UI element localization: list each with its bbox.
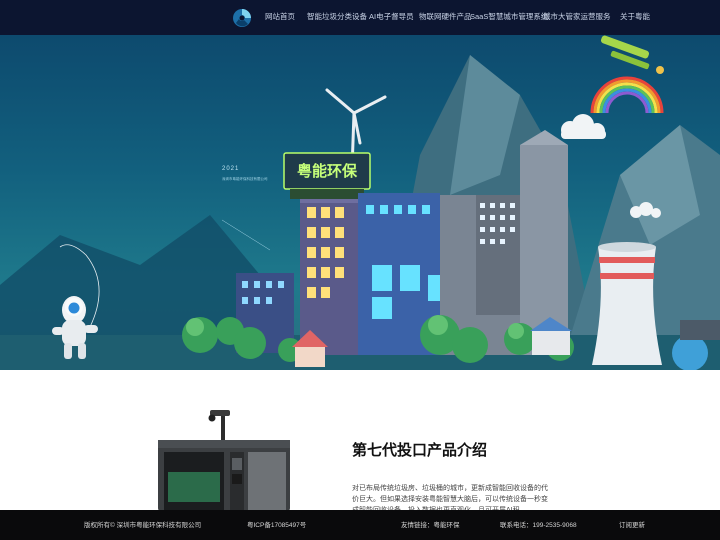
footer-phone: 联系电话：199-2535-9068 <box>500 522 577 529</box>
footer-copyright: 版权所有© 深圳市粤能环保科技有限公司 <box>84 522 202 529</box>
cooling-tower-graphic <box>592 242 662 365</box>
footer-bar: 版权所有© 深圳市粤能环保科技有限公司 粤ICP备17085497号 友情链接：… <box>0 510 720 540</box>
nav-home[interactable]: 网站首页 <box>265 12 295 22</box>
footer-icp-link[interactable]: 粤ICP备17085497号 <box>247 519 306 529</box>
rainbow-graphic <box>590 76 664 114</box>
top-navigation-bar: 网站首页 智能垃圾分类设备 AI电子督导员 物联网硬件产品 SaaS智慧城市管理… <box>0 0 720 35</box>
product-intro-section: 第七代投口产品介绍 对已布局传统垃圾房、垃圾桶的城市，更新成智能回收设备的代价巨… <box>0 370 720 514</box>
nav-saas-system[interactable]: SaaS智慧城市管理系统 <box>470 12 548 22</box>
airplane-graphic <box>600 35 664 74</box>
footer-subscribe-link[interactable]: 订阅更新 <box>619 519 645 529</box>
hero-banner: 粤能环保 2021 深圳市粤能环保科技有限公司 <box>0 35 720 370</box>
product-image <box>150 410 300 515</box>
hero-year: 2021 <box>222 166 240 172</box>
footer-friend-links[interactable]: 友情链接：粤能环保 <box>401 519 460 529</box>
nav-about[interactable]: 关于粤能 <box>620 12 650 22</box>
nav-ai-supervisor[interactable]: AI电子督导员 <box>369 12 414 22</box>
nav-smart-sorting-equipment[interactable]: 智能垃圾分类设备 <box>307 12 367 22</box>
nav-iot-hardware[interactable]: 物联网硬件产品 <box>419 12 472 22</box>
billboard-text: 粤能环保 <box>297 162 358 180</box>
main-nav: 网站首页 智能垃圾分类设备 AI电子督导员 物联网硬件产品 SaaS智慧城市管理… <box>0 0 720 35</box>
hero-caption: 深圳市粤能环保科技有限公司 <box>222 177 268 181</box>
hero-illustration: 粤能环保 <box>0 35 720 370</box>
nav-city-operation[interactable]: 城市大管家运营服务 <box>543 12 611 22</box>
section-title: 第七代投口产品介绍 <box>352 441 488 459</box>
